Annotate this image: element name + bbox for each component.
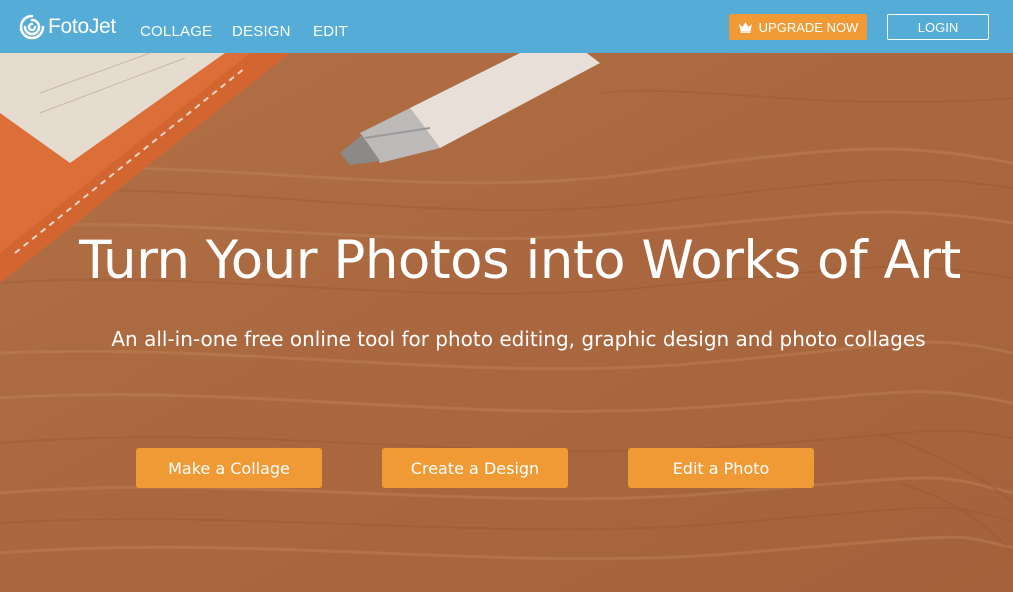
brand-name: FotoJet [48,15,116,38]
nav-design[interactable]: DESIGN [232,23,291,40]
nav-edit[interactable]: EDIT [313,23,348,40]
crown-icon [738,21,759,33]
edit-photo-button[interactable]: Edit a Photo [628,448,814,488]
nav-collage[interactable]: COLLAGE [140,23,212,40]
login-button[interactable]: LOGIN [887,14,989,40]
page: FotoJet COLLAGE DESIGN EDIT UPGRADE NOW … [0,0,1013,592]
create-design-button[interactable]: Create a Design [382,448,568,488]
upgrade-now-button[interactable]: UPGRADE NOW [729,14,867,40]
spiral-logo-icon [19,14,45,40]
brand-logo[interactable]: FotoJet [19,13,116,41]
hero-subtitle: An all-in-one free online tool for photo… [111,327,926,351]
make-collage-button[interactable]: Make a Collage [136,448,322,488]
hero-overlay [0,53,1013,592]
top-navigation-bar: FotoJet COLLAGE DESIGN EDIT UPGRADE NOW … [0,0,1013,53]
hero-title: Turn Your Photos into Works of Art [79,230,961,291]
upgrade-now-label: UPGRADE NOW [758,19,859,35]
